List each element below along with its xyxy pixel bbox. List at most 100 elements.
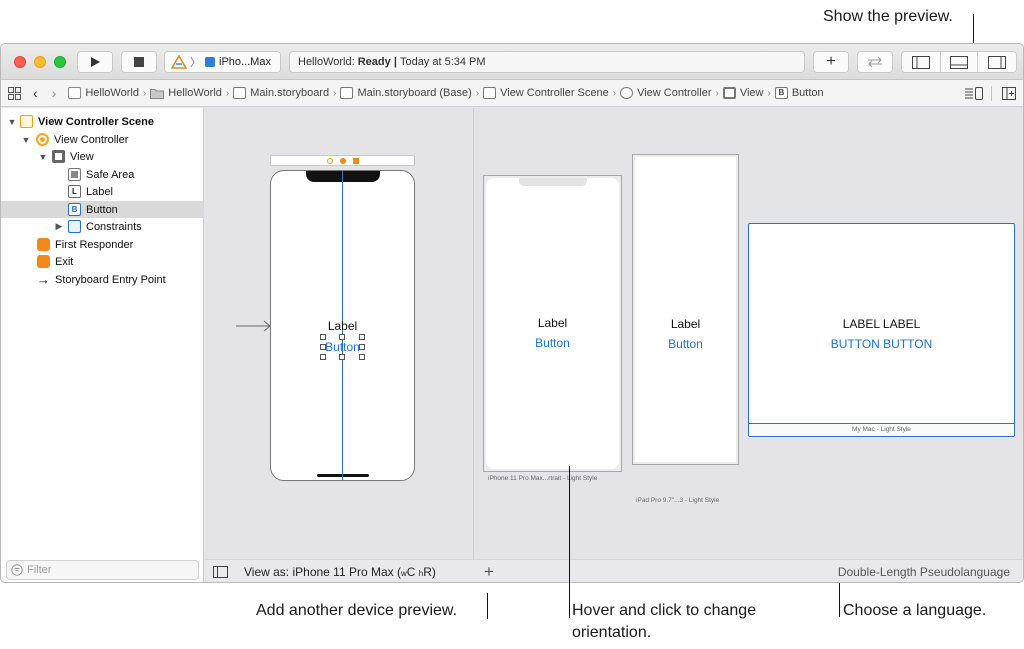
- disclosure-down-icon[interactable]: ▼: [38, 152, 48, 162]
- outline-item-exit[interactable]: Exit: [1, 253, 204, 270]
- callout-language: Choose a language.: [843, 602, 987, 619]
- left-panel-icon: [912, 55, 930, 69]
- add-editor-icon[interactable]: [1002, 87, 1016, 100]
- outline-item-constraints[interactable]: ▶ Constraints: [1, 218, 204, 235]
- outline-item-safe-area[interactable]: Safe Area: [1, 166, 204, 183]
- outline-item-entry-point[interactable]: → Storyboard Entry Point: [1, 271, 204, 288]
- outline-item-view-controller[interactable]: ▼ View Controller: [1, 131, 204, 148]
- resize-handle[interactable]: [320, 334, 326, 340]
- main-device-frame[interactable]: Label Button: [270, 170, 415, 481]
- resize-handle[interactable]: [359, 344, 365, 350]
- storyboard-canvas[interactable]: Label Button Label Button iPhone 11 Pro …: [205, 108, 1023, 558]
- breadcrumb-separator: ›: [612, 87, 617, 99]
- exit-icon: [37, 255, 50, 268]
- main-button[interactable]: Button: [271, 340, 414, 354]
- scene-icon: [483, 87, 497, 99]
- button-icon: B: [774, 87, 788, 99]
- disclosure-down-icon[interactable]: ▼: [7, 117, 17, 127]
- close-window-button[interactable]: [14, 56, 26, 68]
- filter-icon: [11, 564, 23, 576]
- document-outline: ▼ View Controller Scene ▼ View Controlle…: [1, 108, 204, 582]
- view-icon: [52, 150, 65, 163]
- preview-label: Label: [670, 317, 701, 331]
- breadcrumb-scene[interactable]: View Controller Scene: [483, 87, 609, 99]
- xcode-window: 〉 iPho...Max HelloWorld: Ready | Today a…: [0, 43, 1024, 583]
- main-label[interactable]: Label: [271, 319, 414, 333]
- back-arrow-icon[interactable]: ‹: [33, 85, 38, 101]
- resize-handle[interactable]: [320, 344, 326, 350]
- outline-item-view[interactable]: ▼ View: [1, 148, 204, 165]
- preview-caption: iPad Pro 9.7"...3 - Light Style: [636, 497, 720, 504]
- preview-caption: iPhone 11 Pro Max...rtrait - Light Style: [488, 475, 598, 482]
- resize-handle[interactable]: [359, 354, 365, 360]
- constraints-icon: [68, 220, 81, 233]
- activity-status: HelloWorld: Ready | Today at 5:34 PM: [289, 51, 805, 73]
- view-controller-icon: [327, 158, 333, 164]
- breadcrumb-separator: ›: [767, 87, 771, 99]
- run-button[interactable]: [77, 51, 113, 73]
- breadcrumb-separator: ›: [142, 87, 147, 99]
- forward-arrow-icon[interactable]: ›: [52, 85, 57, 101]
- preview-divider[interactable]: [473, 108, 474, 582]
- status-state: Ready: [357, 56, 391, 68]
- preview-label: Label: [537, 316, 568, 330]
- preview-button: Button: [535, 336, 570, 350]
- canvas-bottom-bar: View as: iPhone 11 Pro Max (wC hR) + Dou…: [205, 559, 1023, 582]
- disclosure-down-icon[interactable]: ▼: [21, 135, 31, 145]
- jumpbar-divider: [991, 86, 992, 101]
- minimize-window-button[interactable]: [34, 56, 46, 68]
- resize-handle[interactable]: [339, 334, 345, 340]
- storyboard-file-icon: [233, 87, 247, 99]
- scene-dock[interactable]: [270, 155, 415, 166]
- plus-icon: +: [826, 53, 836, 70]
- outline-item-first-responder[interactable]: First Responder: [1, 236, 204, 253]
- breadcrumb-view[interactable]: View: [722, 87, 763, 99]
- breadcrumb-view-controller[interactable]: View Controller: [620, 87, 711, 99]
- toggle-inspector-button[interactable]: [977, 51, 1017, 73]
- toggle-navigator-button[interactable]: [901, 51, 941, 73]
- preview-screen: Label Button: [635, 157, 736, 462]
- zoom-window-button[interactable]: [54, 56, 66, 68]
- mac-title-bar: My Mac - Light Style: [749, 423, 1014, 436]
- outline-toggle-icon[interactable]: [213, 566, 228, 578]
- related-items-icon[interactable]: [8, 86, 21, 100]
- preview-iphone-portrait[interactable]: Label Button: [483, 175, 622, 472]
- first-responder-icon: [37, 238, 50, 251]
- folder-icon: [150, 88, 165, 99]
- outline-item-scene[interactable]: ▼ View Controller Scene: [1, 113, 204, 130]
- breadcrumb-separator: ›: [715, 87, 719, 99]
- callout-show-preview: Show the preview.: [823, 8, 953, 25]
- storyboard-file-icon: [340, 87, 354, 99]
- code-review-button[interactable]: [857, 51, 893, 73]
- view-as-selector[interactable]: View as: iPhone 11 Pro Max (wC hR): [244, 565, 436, 579]
- device-notch: [306, 171, 380, 182]
- view-icon: [722, 87, 736, 99]
- language-selector[interactable]: Double-Length Pseudolanguage: [838, 565, 1010, 579]
- resize-handle[interactable]: [339, 354, 345, 360]
- preview-ipad[interactable]: Label Button: [632, 154, 739, 465]
- status-separator: |: [393, 56, 397, 68]
- swap-arrows-icon: [868, 56, 882, 68]
- breadcrumb-storyboard[interactable]: Main.storyboard: [233, 87, 329, 99]
- breadcrumb-project[interactable]: HelloWorld: [68, 87, 139, 99]
- breadcrumb-folder[interactable]: HelloWorld: [150, 87, 222, 99]
- library-add-button[interactable]: +: [813, 51, 849, 73]
- exit-icon: [353, 158, 359, 164]
- add-device-preview-button[interactable]: +: [484, 562, 494, 582]
- disclosure-right-icon[interactable]: ▶: [54, 221, 64, 232]
- outline-item-label[interactable]: L Label: [1, 183, 204, 200]
- resize-handle[interactable]: [320, 354, 326, 360]
- breadcrumb-storyboard-base[interactable]: Main.storyboard (Base): [340, 87, 472, 99]
- stop-button[interactable]: [121, 51, 157, 73]
- toggle-debug-area-button[interactable]: [940, 51, 978, 73]
- breadcrumb-separator: ›: [333, 87, 337, 99]
- outline-item-button[interactable]: B Button: [1, 201, 204, 218]
- breadcrumb-button[interactable]: B Button: [774, 87, 824, 99]
- storyboard-entry-arrow[interactable]: [236, 320, 272, 332]
- scheme-selector[interactable]: 〉 iPho...Max: [164, 51, 281, 73]
- resize-handle[interactable]: [359, 334, 365, 340]
- preview-toggle-icon[interactable]: [965, 87, 983, 100]
- preview-mac[interactable]: LABEL LABEL BUTTON BUTTON My Mac - Light…: [748, 223, 1015, 437]
- status-time: Today at 5:34 PM: [399, 56, 486, 68]
- outline-filter-field[interactable]: Filter: [6, 560, 199, 580]
